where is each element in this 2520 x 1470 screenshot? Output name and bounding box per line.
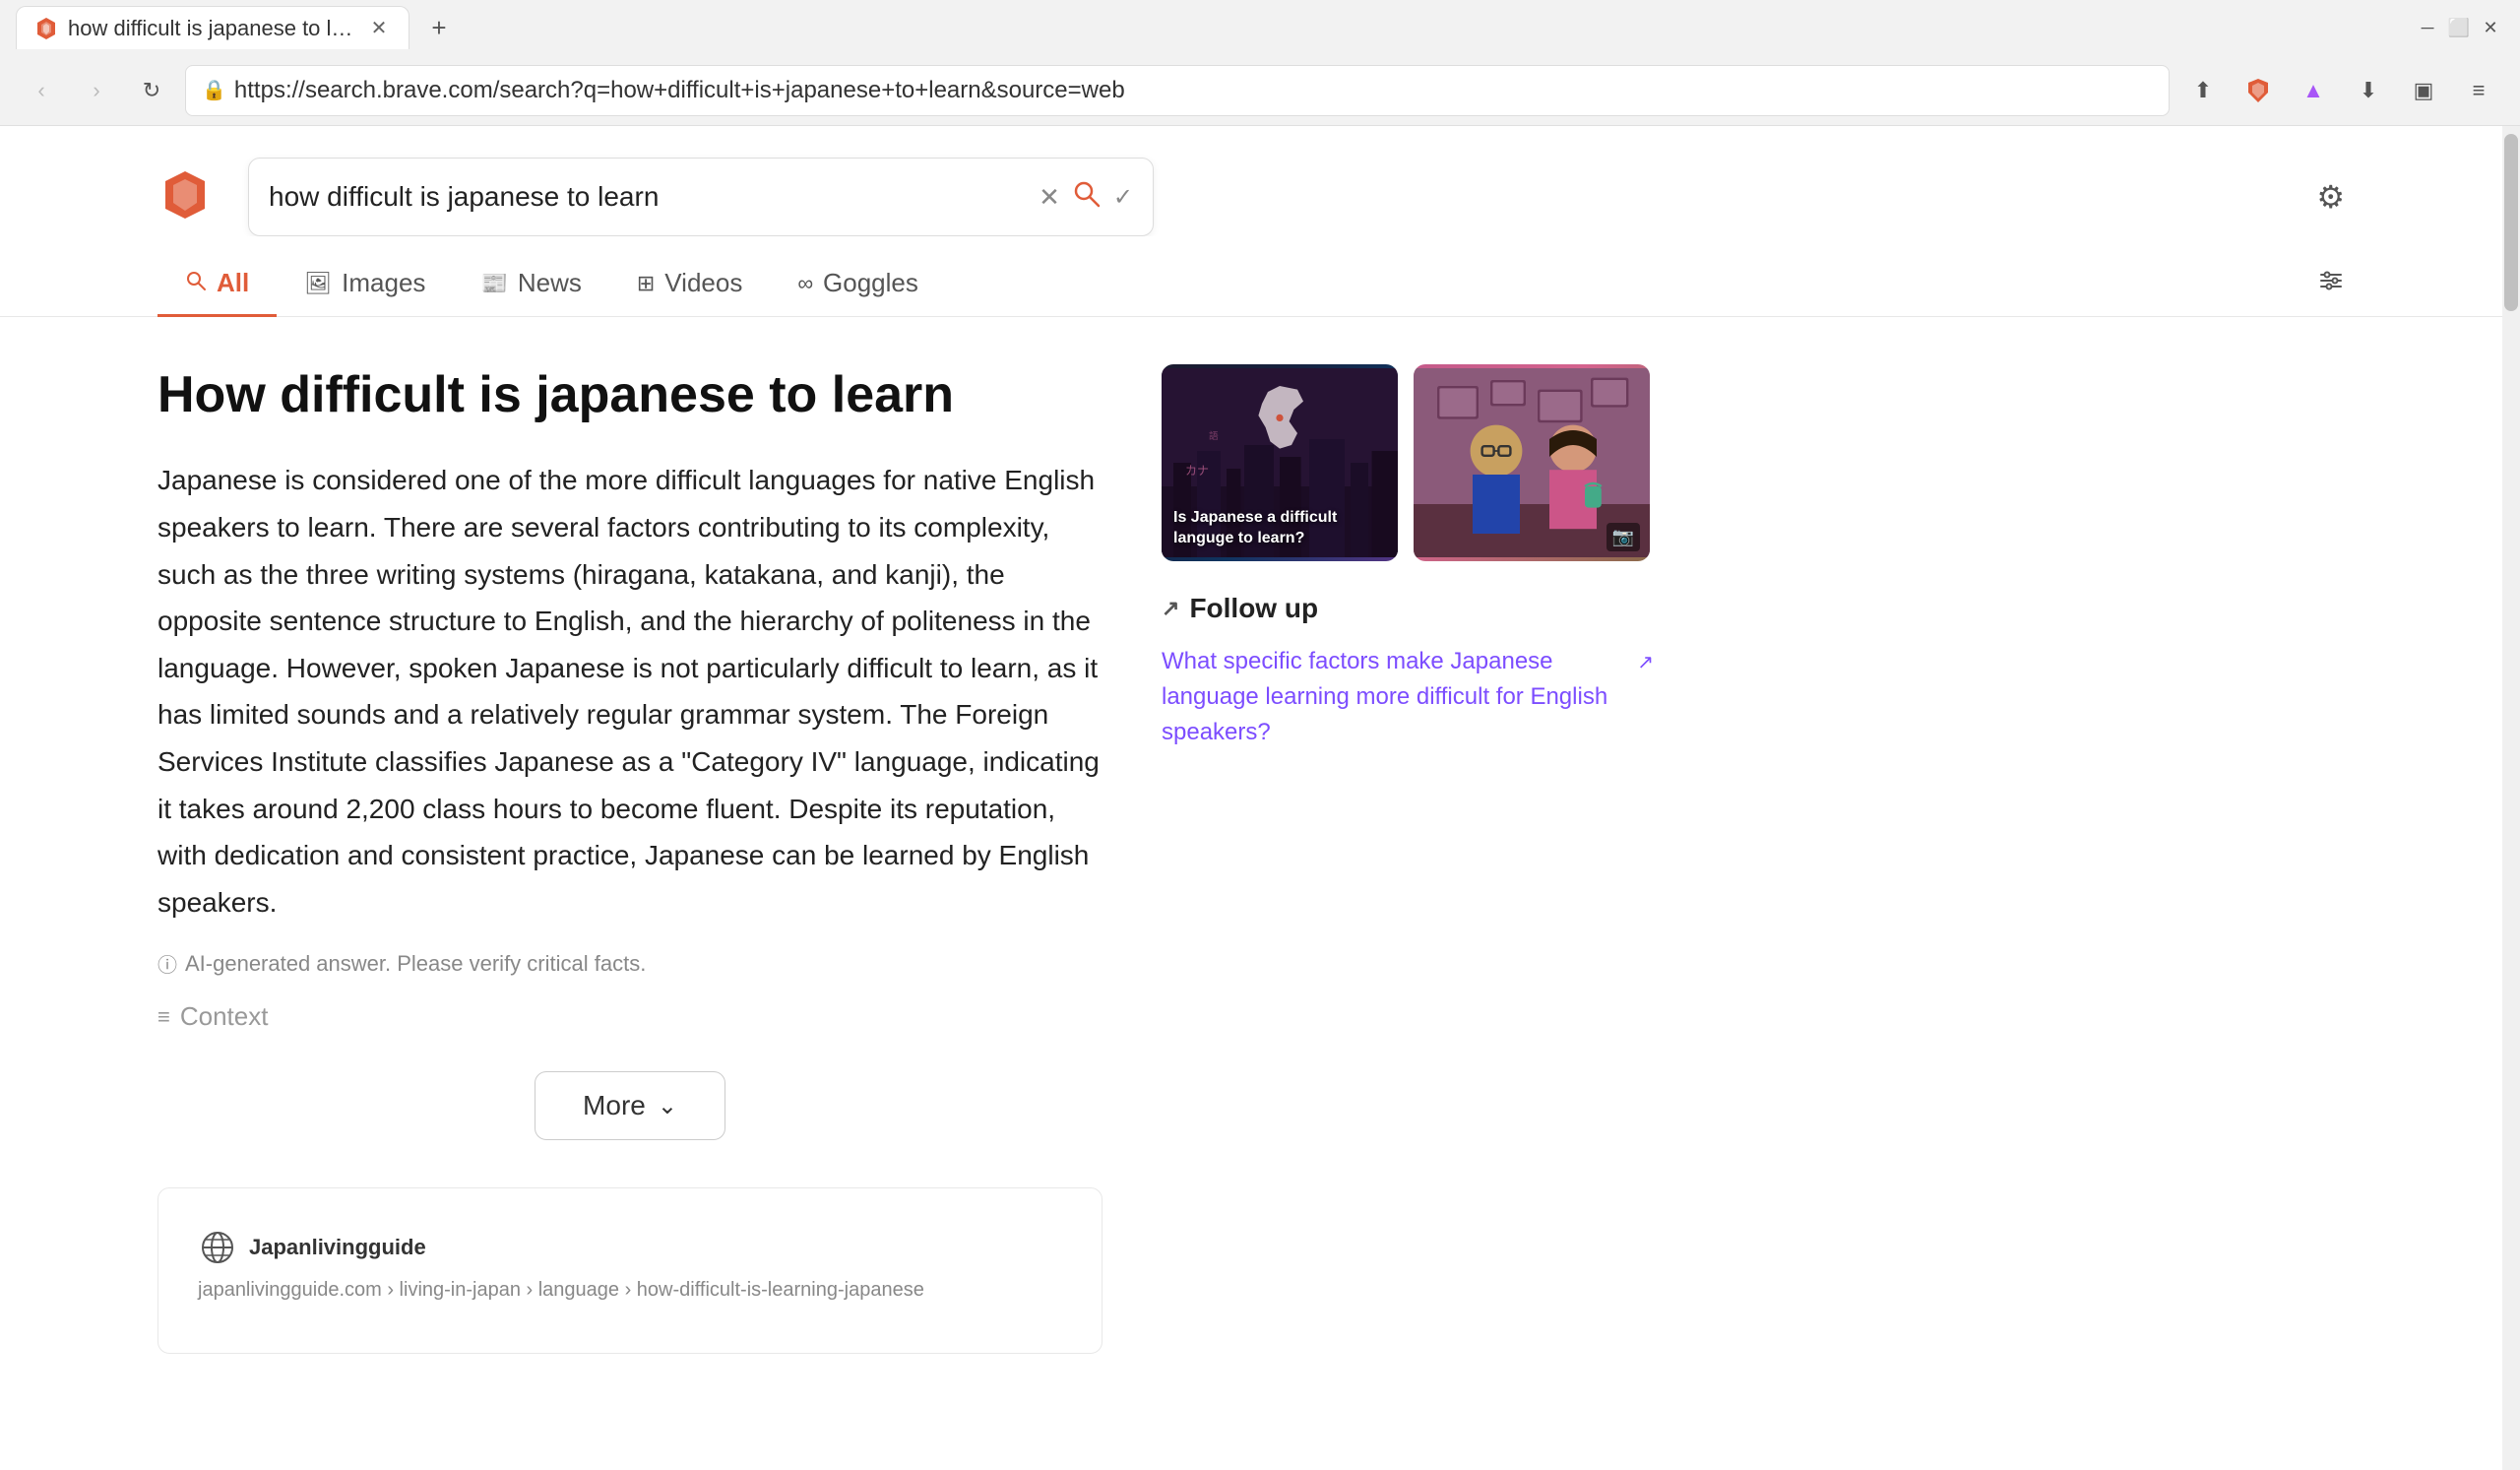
more-button[interactable]: More ⌄ (535, 1071, 725, 1140)
clear-search-button[interactable]: ✕ (1039, 182, 1060, 213)
browser-window: how difficult is japanese to lear ✕ + ─ … (0, 0, 2520, 1470)
download-button[interactable]: ⬇ (2347, 69, 2390, 112)
search-header: ✕ ✓ ⚙ (0, 126, 2502, 236)
result-domain: Japanlivingguide (249, 1235, 426, 1260)
page-content: ✕ ✓ ⚙ (0, 126, 2520, 1470)
brave-logo-icon (158, 167, 213, 223)
tab-images-label: Images (342, 268, 425, 298)
main-area: How difficult is japanese to learn Japan… (0, 317, 2502, 1470)
image1-overlay-text: Is Japanese a difficult languge to learn… (1173, 509, 1337, 546)
tab-news[interactable]: 📰 News (453, 252, 608, 317)
navigation-bar: ‹ › ↻ 🔒 https://search.brave.com/search?… (0, 55, 2520, 126)
all-tab-icon (185, 270, 207, 297)
ai-answer-body: Japanese is considered one of the more d… (158, 457, 1102, 926)
search-input[interactable] (269, 181, 1027, 213)
right-column: カナ 語 Is Japanese a difficult languge to … (1162, 364, 1654, 1423)
context-button[interactable]: ≡ Context (158, 1001, 1102, 1032)
context-icon: ≡ (158, 1004, 170, 1030)
result-meta: Japanlivingguide (198, 1228, 1062, 1267)
brave-logo (158, 167, 213, 227)
tab-goggles-label: Goggles (823, 268, 918, 298)
disclaimer-icon: ⓘ (158, 949, 177, 978)
address-bar[interactable]: 🔒 https://search.brave.com/search?q=how+… (185, 65, 2170, 116)
active-tab[interactable]: how difficult is japanese to lear ✕ (16, 6, 410, 49)
svg-text:語: 語 (1209, 430, 1219, 442)
tab-all[interactable]: All (158, 252, 277, 317)
sidebar-button[interactable]: ▣ (2402, 69, 2445, 112)
confirm-icon: ✓ (1113, 183, 1133, 212)
filter-options-icon (2317, 267, 2345, 294)
follow-up-link-arrow-icon: ↗ (1637, 648, 1654, 677)
svg-text:カナ: カナ (1185, 464, 1209, 478)
videos-tab-icon: ⊞ (637, 271, 655, 296)
tab-images[interactable]: 🖼 Images (277, 252, 453, 317)
tab-all-label: All (217, 268, 249, 298)
menu-button[interactable]: ≡ (2457, 69, 2500, 112)
back-button[interactable]: ‹ (20, 69, 63, 112)
new-tab-button[interactable]: + (417, 6, 461, 49)
search-submit-button[interactable] (1072, 179, 1102, 216)
follow-up-link-text: What specific factors make Japanese lang… (1162, 644, 1627, 750)
follow-up-link[interactable]: What specific factors make Japanese lang… (1162, 644, 1654, 750)
follow-up-section: ↗ Follow up What specific factors make J… (1162, 593, 1654, 750)
search-box-wrapper: ✕ ✓ ⚙ (158, 158, 2345, 236)
brave-favicon-icon (33, 16, 59, 41)
result-favicon (198, 1228, 237, 1267)
globe-icon (200, 1230, 235, 1265)
follow-up-arrow-icon: ↗ (1162, 596, 1179, 621)
disclaimer-text: AI-generated answer. Please verify criti… (185, 951, 646, 977)
nav-actions: ⬆ ▲ ⬇ ▣ ≡ (2181, 69, 2500, 112)
brave-rewards-button[interactable]: ▲ (2292, 69, 2335, 112)
close-button[interactable]: ✕ (2477, 14, 2504, 41)
refresh-button[interactable]: ↻ (130, 69, 173, 112)
share-button[interactable]: ⬆ (2181, 69, 2225, 112)
image1-text: Is Japanese a difficult languge to learn… (1173, 508, 1386, 549)
filter-tabs: All 🖼 Images 📰 News ⊞ Videos ∞ Goggles (0, 236, 2502, 317)
maximize-button[interactable]: ⬜ (2445, 14, 2473, 41)
more-arrow-icon: ⌄ (658, 1092, 677, 1120)
scrollbar-thumb[interactable] (2504, 134, 2518, 311)
ai-disclaimer: ⓘ AI-generated answer. Please verify cri… (158, 949, 1102, 978)
tab-title: how difficult is japanese to lear (68, 16, 357, 41)
news-tab-icon: 📰 (480, 271, 507, 296)
result-image-1[interactable]: カナ 語 Is Japanese a difficult languge to … (1162, 364, 1398, 561)
context-label: Context (180, 1001, 269, 1032)
goggles-tab-icon: ∞ (797, 271, 813, 296)
tab-news-label: News (518, 268, 582, 298)
tab-favicon (32, 15, 60, 42)
images-tab-icon: 🖼 (304, 271, 332, 296)
more-button-wrapper: More ⌄ (158, 1071, 1102, 1140)
search-tab-icon (185, 270, 207, 291)
follow-up-title: ↗ Follow up (1162, 593, 1654, 624)
tab-goggles[interactable]: ∞ Goggles (770, 252, 946, 317)
filter-options-button[interactable] (2317, 267, 2345, 301)
result-url: japanlivingguide.com › living-in-japan ›… (198, 1279, 1062, 1302)
search-icon (1072, 179, 1102, 209)
images-row: カナ 語 Is Japanese a difficult languge to … (1162, 364, 1654, 561)
image2-camera-icon: 📷 (1606, 523, 1640, 551)
search-result: Japanlivingguide japanlivingguide.com › … (158, 1187, 1102, 1354)
search-box[interactable]: ✕ ✓ (248, 158, 1154, 236)
result-image-2[interactable]: 📷 (1414, 364, 1650, 561)
ai-answer-title: How difficult is japanese to learn (158, 364, 1102, 425)
tab-videos[interactable]: ⊞ Videos (609, 252, 770, 317)
left-column: How difficult is japanese to learn Japan… (158, 364, 1102, 1423)
search-settings-button[interactable]: ⚙ (2316, 178, 2345, 216)
tab-close-button[interactable]: ✕ (365, 15, 393, 42)
brave-shield-icon (2244, 77, 2272, 104)
follow-up-title-text: Follow up (1189, 593, 1318, 624)
forward-button[interactable]: › (75, 69, 118, 112)
title-bar: how difficult is japanese to lear ✕ + ─ … (0, 0, 2520, 55)
more-label: More (583, 1090, 646, 1121)
minimize-button[interactable]: ─ (2414, 14, 2441, 41)
page-inner: ✕ ✓ ⚙ (0, 126, 2502, 1470)
window-controls: ─ ⬜ ✕ (2414, 14, 2504, 41)
scrollbar[interactable] (2502, 126, 2520, 1470)
address-text: https://search.brave.com/search?q=how+di… (234, 77, 2153, 104)
brave-shield-button[interactable] (2236, 69, 2280, 112)
tab-videos-label: Videos (664, 268, 742, 298)
privacy-icon: 🔒 (202, 78, 226, 102)
